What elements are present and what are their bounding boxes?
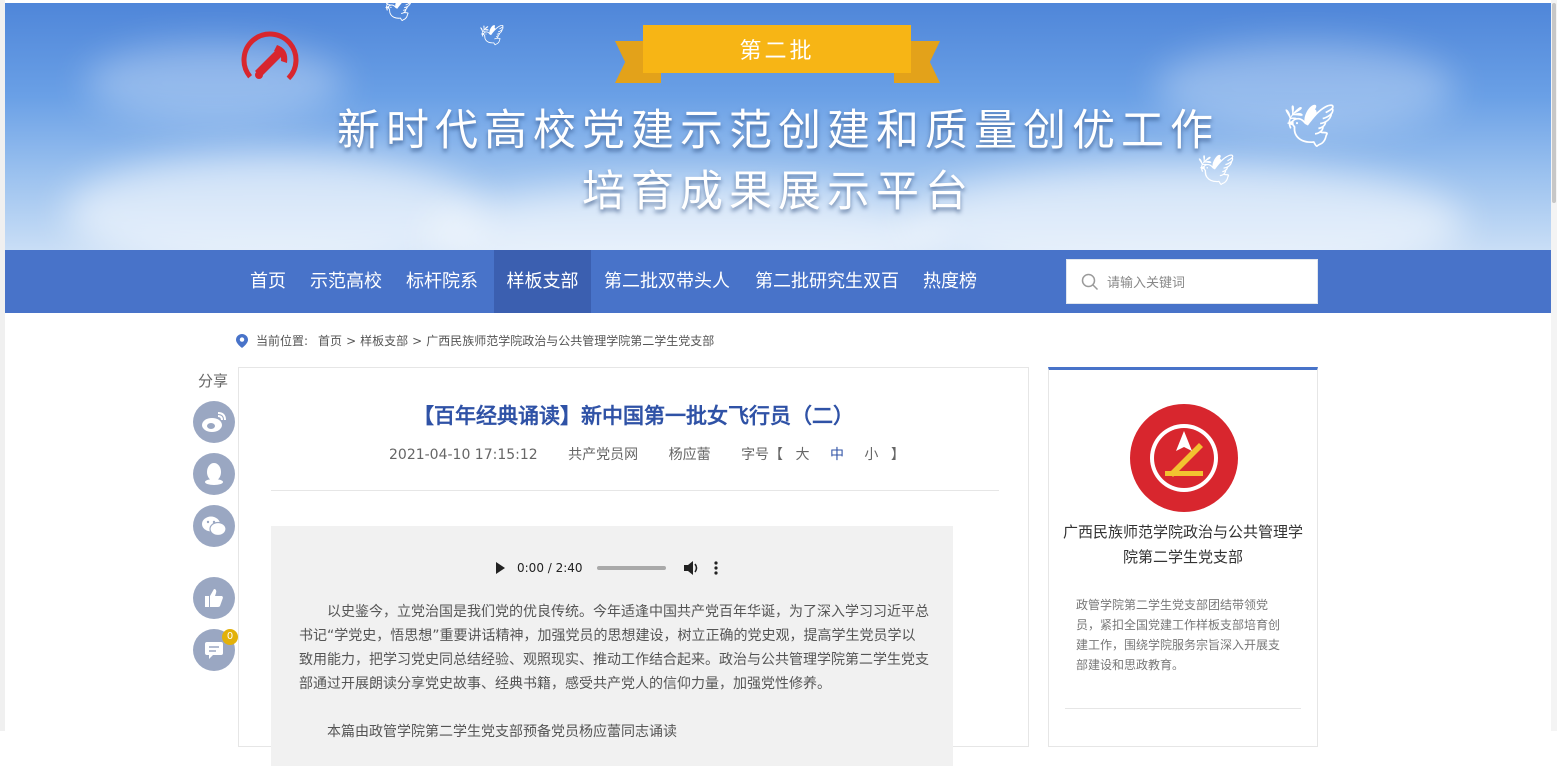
share-weibo-button[interactable] xyxy=(193,401,235,443)
bird-icon: 🕊 xyxy=(479,23,505,47)
comment-count-badge: 0 xyxy=(222,629,238,645)
sidebar-divider xyxy=(1065,708,1301,709)
article-divider xyxy=(271,490,999,491)
search-icon[interactable] xyxy=(1081,273,1099,291)
nav-item-model-universities[interactable]: 示范高校 xyxy=(302,250,390,313)
share-wechat-button[interactable] xyxy=(193,505,235,547)
comment-icon xyxy=(205,642,223,659)
font-size-small-button[interactable]: 小 xyxy=(864,447,878,463)
nav-item-model-branches[interactable]: 样板支部 xyxy=(494,250,591,313)
like-button[interactable] xyxy=(193,577,235,619)
article-body: 0:00 / 2:40 以史鉴今，立党治国是我们党的优良传统。今年适逢中国共产党… xyxy=(271,526,953,766)
weibo-icon xyxy=(202,412,226,432)
nav-item-graduate-double-hundred[interactable]: 第二批研究生双百 xyxy=(747,250,907,313)
branch-profile-card: 广西民族师范学院政治与公共管理学院第二学生党支部 政管学院第二学生党支部团结带领… xyxy=(1048,367,1318,747)
search-box xyxy=(1066,259,1318,304)
article-date: 2021-04-10 17:15:12 xyxy=(389,447,538,463)
article-paragraph: 以史鉴今，立党治国是我们党的优良传统。今年适逢中国共产党百年华诞，为了深入学习习… xyxy=(299,604,929,692)
search-input[interactable] xyxy=(1105,268,1309,298)
breadcrumb-home[interactable]: 首页 xyxy=(318,332,342,349)
font-size-medium-button[interactable]: 中 xyxy=(830,447,844,463)
banner-title-line2: 培育成果展示平台 xyxy=(582,167,974,217)
nav-item-benchmark-departments[interactable]: 标杆院系 xyxy=(398,250,486,313)
audio-player: 0:00 / 2:40 xyxy=(495,558,718,578)
batch-ribbon: 第二批 xyxy=(615,25,940,83)
party-emblem-icon xyxy=(241,31,299,89)
ribbon-text: 第二批 xyxy=(643,25,911,73)
nav-item-popularity-ranking[interactable]: 热度榜 xyxy=(915,250,985,313)
header-banner: 第二批 新时代高校党建示范创建和质量创优工作 培育成果展示平台 🕊 🕊 🕊 🕊 xyxy=(5,3,1551,250)
article-title: 【百年经典诵读】新中国第一批女飞行员（二） xyxy=(413,404,854,428)
font-size-label: 字号【 xyxy=(741,447,784,463)
article-author: 杨应蕾 xyxy=(668,447,711,463)
breadcrumb-prefix: 当前位置: xyxy=(256,334,309,348)
breadcrumb-separator: > xyxy=(412,333,423,348)
share-label: 分享 xyxy=(198,372,229,390)
more-options-icon[interactable] xyxy=(713,561,718,575)
article-card: 【百年经典诵读】新中国第一批女飞行员（二） 2021-04-10 17:15:1… xyxy=(238,367,1029,766)
breadcrumb-section[interactable]: 样板支部 xyxy=(360,332,408,349)
breadcrumb-current[interactable]: 广西民族师范学院政治与公共管理学院第二学生党支部 xyxy=(426,332,714,349)
nav-item-double-leaders[interactable]: 第二批双带头人 xyxy=(595,250,739,313)
audio-time: 0:00 / 2:40 xyxy=(517,561,583,575)
main-nav: 首页 示范高校 标杆院系 样板支部 第二批双带头人 第二批研究生双百 热度榜 xyxy=(5,250,1551,313)
article-paragraph: 本篇由政管学院第二学生党支部预备党员杨应蕾同志诵读 xyxy=(327,724,677,740)
branch-name: 广西民族师范学院政治与公共管理学院第二学生党支部 xyxy=(1062,523,1303,566)
breadcrumb: 当前位置: 首页 > 样板支部 > 广西民族师范学院政治与公共管理学院第二学生党… xyxy=(236,332,718,349)
breadcrumb-separator: > xyxy=(346,333,357,348)
page-scrollbar[interactable] xyxy=(1551,0,1557,731)
article-source: 共产党员网 xyxy=(568,447,639,463)
audio-progress-bar[interactable] xyxy=(596,566,666,570)
font-size-large-button[interactable]: 大 xyxy=(796,447,810,463)
nav-item-home[interactable]: 首页 xyxy=(240,250,296,313)
branch-logo-icon xyxy=(1130,404,1238,512)
article-meta: 2021-04-10 17:15:12 共产党员网 杨应蕾 字号【 大 中 小 … xyxy=(389,444,905,464)
thumbs-up-icon xyxy=(205,589,223,607)
branch-description: 政管学院第二学生党支部团结带领党员，紧扣全国党建工作样板支部培育创建工作，围绕学… xyxy=(1076,598,1281,672)
volume-icon[interactable] xyxy=(683,561,700,575)
bird-icon: 🕊 xyxy=(1197,153,1236,188)
bird-icon: 🕊 xyxy=(1283,101,1337,150)
qq-penguin-icon xyxy=(205,463,223,485)
location-pin-icon xyxy=(236,333,248,348)
font-size-close: 】 xyxy=(890,447,905,463)
play-icon[interactable] xyxy=(495,562,505,574)
bird-icon: 🕊 xyxy=(383,3,414,23)
share-qq-button[interactable] xyxy=(193,453,235,495)
wechat-icon xyxy=(202,516,227,537)
